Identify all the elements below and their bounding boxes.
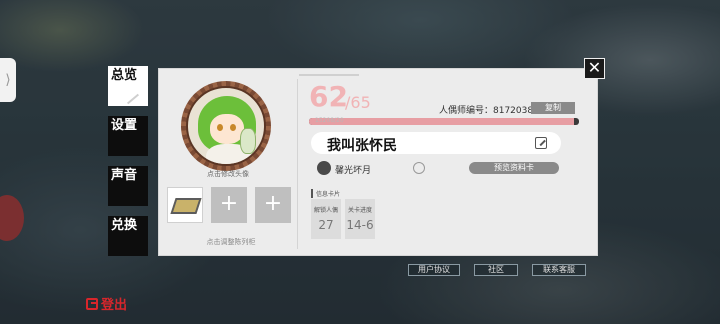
panel-divider — [297, 79, 298, 249]
stat-value: 14-6 — [346, 218, 374, 232]
stat-unlocked-dolls: 解锁人偶 27 — [311, 199, 341, 239]
card-section-title: 信息卡片 — [311, 189, 340, 198]
change-avatar-hint: 点击修改头像 — [207, 170, 249, 178]
top-decoration-line — [299, 74, 359, 76]
preview-card-button[interactable]: 预览资料卡 — [469, 162, 559, 174]
guild-avatar — [317, 161, 331, 175]
contact-support-link[interactable]: 联系客服 — [532, 264, 586, 276]
guild-row: 馨光坏月 预览资料卡 — [317, 161, 567, 177]
profile-panel: 点击修改头像 + + 点击调整陈列柜 62 /65 人偶师编号：8172038 … — [158, 68, 598, 256]
settings-tab-list: 总览 设置 声音 兑换 — [108, 66, 148, 266]
player-level-max: /65 — [345, 93, 371, 112]
plus-icon: + — [219, 191, 239, 216]
plus-icon: + — [263, 191, 283, 216]
close-button[interactable]: ✕ — [584, 58, 605, 79]
player-name-field[interactable]: 我叫张怀民 — [311, 132, 561, 154]
stat-label: 解锁人偶 — [313, 207, 338, 214]
tab-redeem[interactable]: 兑换 — [108, 216, 148, 256]
tab-overview[interactable]: 总览 — [108, 66, 148, 106]
showcase-add-slot-3[interactable]: + — [255, 187, 291, 223]
tab-label: 声音 — [111, 168, 138, 183]
exp-progress-bar — [309, 118, 579, 125]
stat-stage-progress: 关卡进度 14-6 — [345, 199, 375, 239]
stat-value: 27 — [318, 218, 334, 232]
avatar-portrait — [186, 86, 266, 166]
showcase-add-slot-2[interactable]: + — [211, 187, 247, 223]
copy-id-button[interactable]: 复制 — [531, 102, 575, 114]
chevron-right-icon: ⟩ — [5, 72, 11, 88]
player-name: 我叫张怀民 — [327, 138, 397, 154]
side-drawer-handle[interactable]: ⟩ — [0, 58, 16, 102]
close-icon: ✕ — [587, 58, 602, 77]
guild-name: 馨光坏月 — [335, 166, 372, 176]
edit-icon[interactable] — [535, 137, 547, 149]
tab-label: 设置 — [111, 118, 138, 133]
logout-label: 登出 — [101, 298, 128, 313]
player-level: 62 — [309, 80, 348, 113]
refresh-icon[interactable] — [413, 162, 425, 174]
stat-label: 关卡进度 — [347, 207, 372, 214]
exp-text: 15208/20 — [315, 117, 344, 124]
showcase-slot-1[interactable] — [167, 187, 203, 223]
logout-icon — [86, 297, 98, 310]
tablet-item-icon — [170, 198, 202, 214]
tab-label: 总览 — [111, 68, 138, 83]
avatar[interactable] — [181, 81, 271, 171]
player-id: 人偶师编号：8172038 — [439, 106, 534, 116]
user-agreement-link[interactable]: 用户协议 — [408, 264, 460, 276]
tab-label: 兑换 — [111, 218, 138, 233]
exp-progress-fill — [309, 118, 574, 125]
logout-button[interactable]: 登出 — [86, 294, 127, 313]
tab-settings[interactable]: 设置 — [108, 116, 148, 156]
arrange-showcase-hint: 点击调整陈列柜 — [206, 238, 256, 246]
tab-sound[interactable]: 声音 — [108, 166, 148, 206]
community-link[interactable]: 社区 — [474, 264, 518, 276]
